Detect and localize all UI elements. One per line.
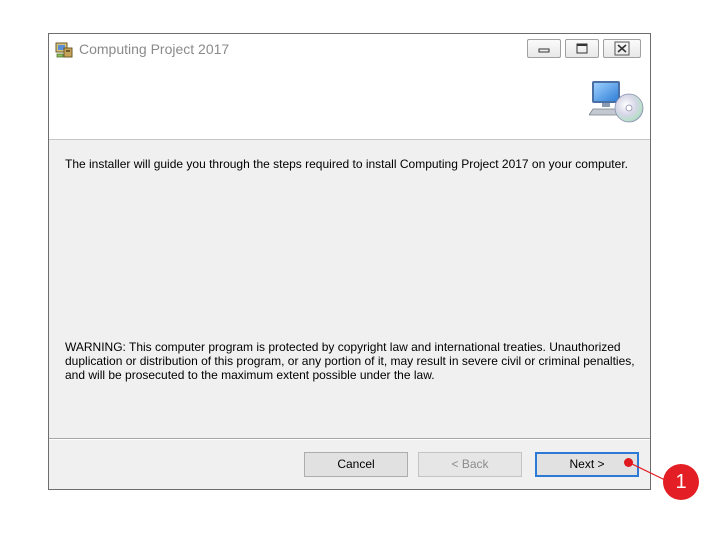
minimize-button[interactable] bbox=[527, 39, 561, 58]
maximize-button[interactable] bbox=[565, 39, 599, 58]
close-icon bbox=[614, 41, 630, 56]
window-title: Computing Project 2017 bbox=[79, 41, 230, 57]
minimize-icon bbox=[538, 48, 550, 53]
title-bar[interactable]: Computing Project 2017 bbox=[49, 34, 650, 64]
installer-app-icon bbox=[55, 42, 73, 58]
step-marker: 1 bbox=[663, 464, 699, 500]
installer-window: Computing Project 2017 The installer wil… bbox=[48, 33, 651, 490]
back-button[interactable]: < Back bbox=[418, 452, 522, 477]
warning-text: WARNING: This computer program is protec… bbox=[65, 340, 635, 382]
cancel-button[interactable]: Cancel bbox=[304, 452, 408, 477]
computer-disc-icon bbox=[589, 81, 644, 123]
header-banner bbox=[49, 64, 650, 140]
maximize-icon bbox=[576, 43, 588, 54]
intro-text: The installer will guide you through the… bbox=[65, 157, 628, 171]
next-button[interactable]: Next > bbox=[535, 452, 639, 477]
close-button[interactable] bbox=[603, 39, 641, 58]
annotation-dot bbox=[624, 458, 633, 467]
footer-divider bbox=[49, 438, 650, 440]
